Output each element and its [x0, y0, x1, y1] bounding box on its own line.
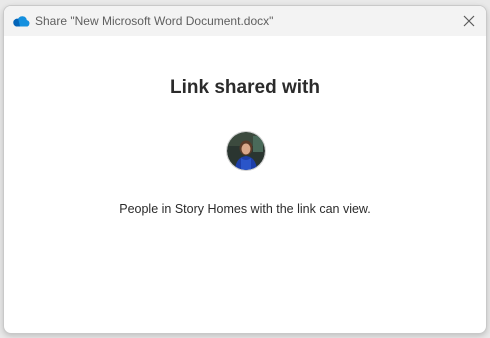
- share-dialog: Share "New Microsoft Word Document.docx"…: [3, 5, 487, 334]
- page-title: Link shared with: [170, 77, 320, 98]
- onedrive-cloud-icon: [13, 16, 30, 27]
- share-permission-text: People in Story Homes with the link can …: [119, 202, 371, 216]
- close-button[interactable]: [458, 10, 480, 32]
- close-icon: [463, 15, 475, 27]
- window-title: Share "New Microsoft Word Document.docx": [35, 14, 274, 28]
- title-bar: Share "New Microsoft Word Document.docx": [4, 6, 486, 36]
- user-avatar-image: [227, 132, 265, 170]
- avatar[interactable]: [227, 132, 265, 170]
